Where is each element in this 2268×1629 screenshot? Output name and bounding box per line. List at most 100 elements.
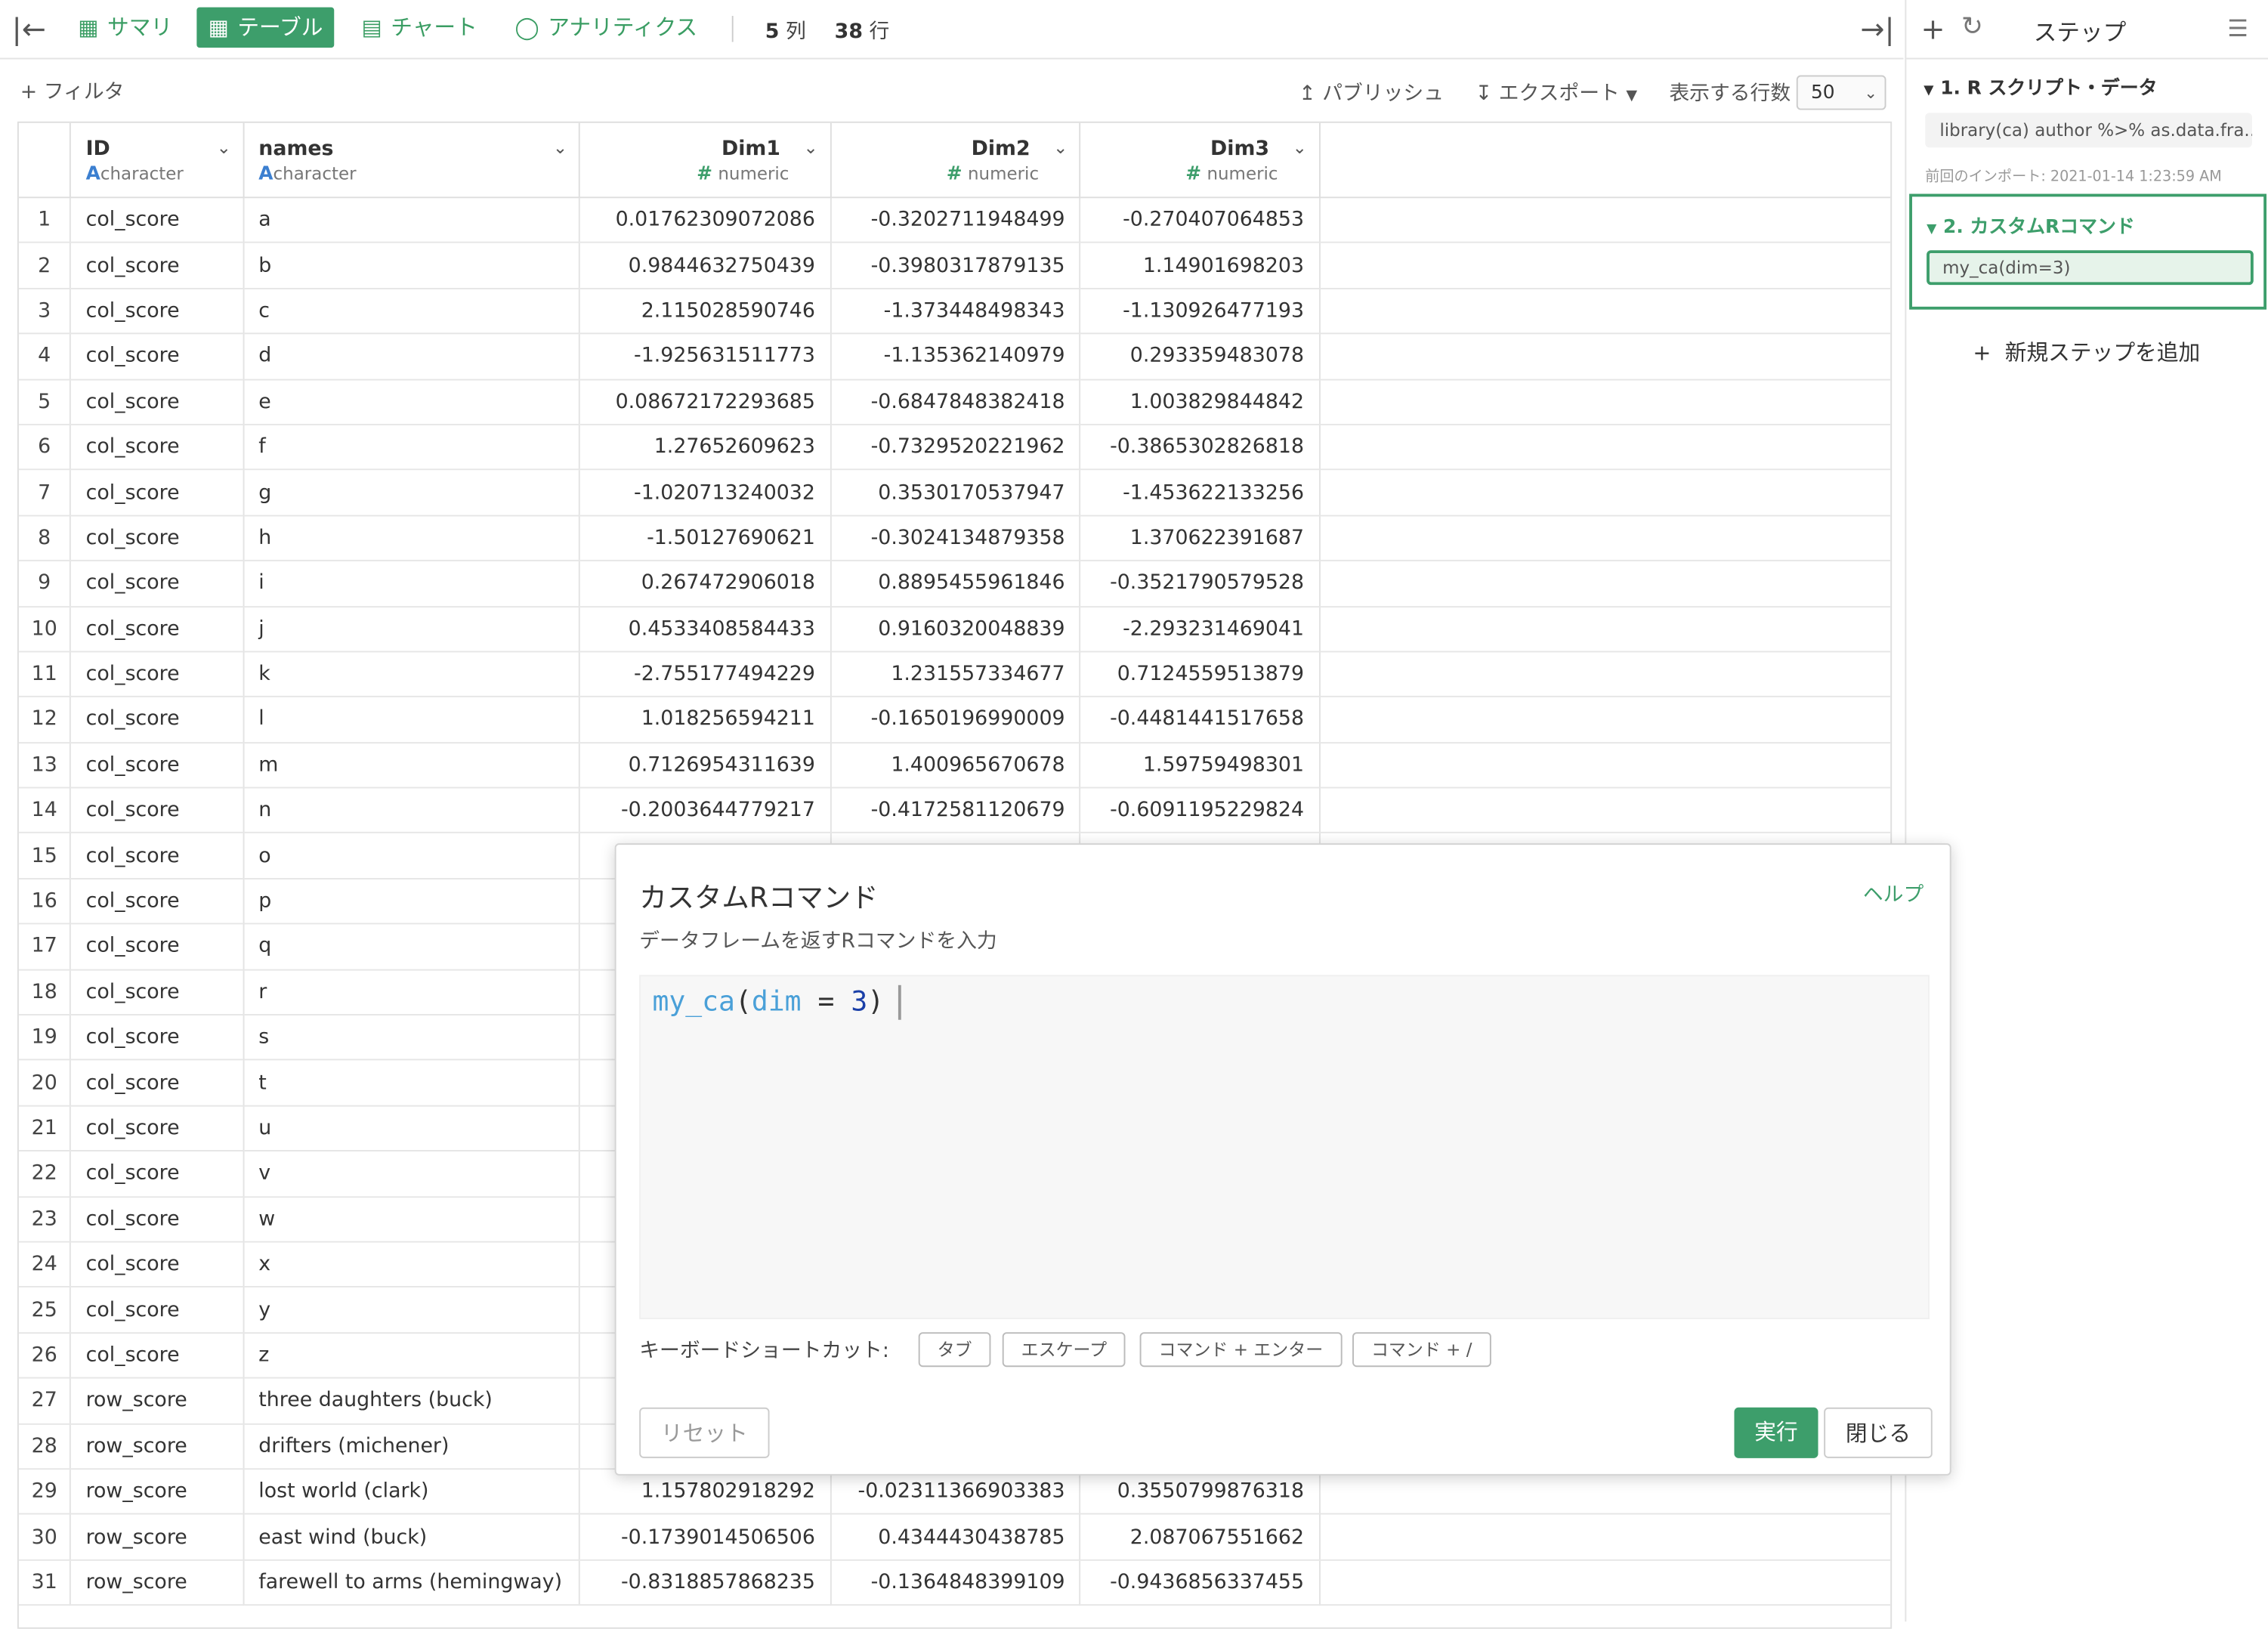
- add-step-button[interactable]: + 新規ステップを追加: [1973, 337, 2200, 367]
- help-link[interactable]: ヘルプ: [1863, 879, 1923, 908]
- cell-names[interactable]: j: [243, 606, 581, 653]
- column-header-dim3[interactable]: Dim3 # numeric ⌄: [1080, 122, 1321, 199]
- cell-dim1[interactable]: 1.157802918292: [579, 1469, 831, 1516]
- cell-dim2[interactable]: 1.400965670678: [830, 742, 1081, 789]
- cell-names[interactable]: w: [243, 1196, 581, 1243]
- cell-id[interactable]: col_score: [70, 1015, 245, 1062]
- cell-dim3[interactable]: 0.3550799876318: [1080, 1469, 1321, 1516]
- tab-table[interactable]: ▦ テーブル: [196, 7, 335, 48]
- cell-names[interactable]: three daughters (buck): [243, 1377, 581, 1424]
- publish-button[interactable]: ↥ パブリッシュ: [1299, 78, 1444, 107]
- cell-id[interactable]: col_score: [70, 878, 245, 925]
- close-button[interactable]: 閉じる: [1824, 1407, 1933, 1458]
- run-button[interactable]: 実行: [1734, 1407, 1818, 1458]
- cell-id[interactable]: col_score: [70, 1151, 245, 1198]
- cell-names[interactable]: v: [243, 1151, 581, 1198]
- cell-names[interactable]: m: [243, 742, 581, 789]
- filter-button[interactable]: + フィルタ: [20, 76, 125, 105]
- cell-names[interactable]: u: [243, 1105, 581, 1152]
- cell-dim3[interactable]: 0.293359483078: [1080, 333, 1321, 380]
- cell-dim3[interactable]: 0.7124559513879: [1080, 651, 1321, 698]
- tab-summary[interactable]: ▦ サマリ: [66, 8, 184, 48]
- tab-chart[interactable]: ▤ チャート: [350, 8, 489, 48]
- cell-dim2[interactable]: -1.135362140979: [830, 333, 1081, 380]
- column-header-dim1[interactable]: Dim1 # numeric ⌄: [579, 122, 831, 199]
- cell-names[interactable]: q: [243, 923, 581, 970]
- column-menu-icon[interactable]: ⌄: [1053, 138, 1068, 158]
- cell-names[interactable]: s: [243, 1015, 581, 1062]
- cell-names[interactable]: k: [243, 651, 581, 698]
- cell-id[interactable]: row_score: [70, 1423, 245, 1470]
- cell-id[interactable]: col_score: [70, 288, 245, 335]
- cell-id[interactable]: col_score: [70, 515, 245, 562]
- cell-dim2[interactable]: 0.8895455961846: [830, 561, 1081, 607]
- cell-dim1[interactable]: -1.50127690621: [579, 515, 831, 562]
- column-menu-icon[interactable]: ⌄: [803, 138, 817, 158]
- cell-dim2[interactable]: -0.4172581120679: [830, 787, 1081, 834]
- cell-dim2[interactable]: -1.373448498343: [830, 288, 1081, 335]
- reset-button[interactable]: リセット: [639, 1407, 770, 1458]
- plus-icon[interactable]: +: [1920, 11, 1945, 46]
- cell-names[interactable]: farewell to arms (hemingway): [243, 1559, 581, 1606]
- cell-dim3[interactable]: -0.270407064853: [1080, 197, 1321, 244]
- cell-dim2[interactable]: -0.6847848382418: [830, 379, 1081, 425]
- column-menu-icon[interactable]: ⌄: [1293, 138, 1307, 158]
- cell-dim1[interactable]: 0.08672172293685: [579, 379, 831, 425]
- export-button[interactable]: ↧ エクスポート ▼: [1475, 78, 1637, 107]
- cell-id[interactable]: col_score: [70, 333, 245, 380]
- cell-dim1[interactable]: 0.267472906018: [579, 561, 831, 607]
- cell-id[interactable]: col_score: [70, 969, 245, 1016]
- cell-id[interactable]: col_score: [70, 1060, 245, 1107]
- cell-id[interactable]: row_score: [70, 1559, 245, 1606]
- cell-dim3[interactable]: 1.370622391687: [1080, 515, 1321, 562]
- cell-dim1[interactable]: -0.1739014506506: [579, 1514, 831, 1561]
- cell-dim1[interactable]: 2.115028590746: [579, 288, 831, 335]
- cell-names[interactable]: p: [243, 878, 581, 925]
- cell-dim1[interactable]: 0.4533408584433: [579, 606, 831, 653]
- settings-sliders-icon[interactable]: ☰: [2227, 14, 2248, 42]
- cell-names[interactable]: f: [243, 424, 581, 471]
- cell-names[interactable]: g: [243, 469, 581, 516]
- cell-names[interactable]: lost world (clark): [243, 1469, 581, 1516]
- cell-names[interactable]: h: [243, 515, 581, 562]
- step-2-title[interactable]: ▼ 2. カスタムRコマンド: [1927, 212, 2135, 239]
- cell-id[interactable]: col_score: [70, 833, 245, 879]
- cell-names[interactable]: z: [243, 1332, 581, 1379]
- code-editor[interactable]: my_ca(dim = 3): [639, 975, 1930, 1320]
- cell-dim2[interactable]: 0.9160320048839: [830, 606, 1081, 653]
- cell-names[interactable]: r: [243, 969, 581, 1016]
- column-header-id[interactable]: ID Acharacter ⌄: [70, 122, 245, 199]
- step-2-card[interactable]: ▼ 2. カスタムRコマンド my_ca(dim=3): [1909, 193, 2267, 310]
- cell-dim2[interactable]: -0.3024134879358: [830, 515, 1081, 562]
- cell-dim3[interactable]: 1.003829844842: [1080, 379, 1321, 425]
- cell-dim2[interactable]: -0.1364848399109: [830, 1559, 1081, 1606]
- cell-id[interactable]: col_score: [70, 469, 245, 516]
- cell-id[interactable]: col_score: [70, 243, 245, 289]
- cell-dim2[interactable]: -0.3980317879135: [830, 243, 1081, 289]
- cell-names[interactable]: y: [243, 1287, 581, 1334]
- cell-id[interactable]: col_score: [70, 787, 245, 834]
- cell-names[interactable]: d: [243, 333, 581, 380]
- cell-dim2[interactable]: 0.3530170537947: [830, 469, 1081, 516]
- cell-dim2[interactable]: 1.231557334677: [830, 651, 1081, 698]
- step-1-title[interactable]: ▼ 1. R スクリプト・データ: [1923, 73, 2157, 100]
- cell-names[interactable]: c: [243, 288, 581, 335]
- cell-id[interactable]: col_score: [70, 923, 245, 970]
- cell-dim1[interactable]: -1.925631511773: [579, 333, 831, 380]
- cell-id[interactable]: col_score: [70, 379, 245, 425]
- cell-dim2[interactable]: -0.02311366903383: [830, 1469, 1081, 1516]
- rows-per-page-select[interactable]: 50 ⌄: [1796, 75, 1886, 110]
- collapse-left-icon[interactable]: |←: [11, 11, 46, 46]
- cell-dim3[interactable]: -0.6091195229824: [1080, 787, 1321, 834]
- cell-dim1[interactable]: 1.018256594211: [579, 697, 831, 743]
- cell-id[interactable]: col_score: [70, 424, 245, 471]
- cell-dim3[interactable]: -0.3521790579528: [1080, 561, 1321, 607]
- cell-dim2[interactable]: -0.1650196990009: [830, 697, 1081, 743]
- cell-dim1[interactable]: -0.2003644779217: [579, 787, 831, 834]
- cell-dim2[interactable]: -0.3202711948499: [830, 197, 1081, 244]
- cell-id[interactable]: col_score: [70, 606, 245, 653]
- cell-id[interactable]: col_score: [70, 1332, 245, 1379]
- cell-names[interactable]: n: [243, 787, 581, 834]
- column-header-names[interactable]: names Acharacter ⌄: [243, 122, 581, 199]
- column-menu-icon[interactable]: ⌄: [217, 138, 231, 158]
